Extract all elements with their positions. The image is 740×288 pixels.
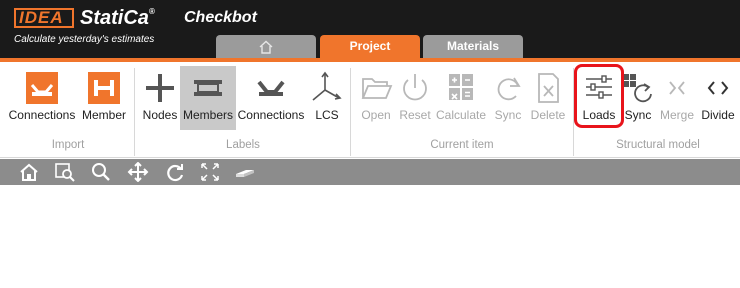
- sync-grid-icon: [623, 74, 652, 103]
- calculator-icon: [449, 74, 473, 100]
- group-label-labels: Labels: [226, 139, 260, 151]
- button-label: Connections: [237, 108, 305, 122]
- home-icon: [259, 40, 273, 54]
- button-label: Sync: [494, 108, 522, 122]
- members-icon: [194, 80, 222, 96]
- divide-icon: [707, 81, 729, 95]
- group-divider: [350, 68, 351, 156]
- loads-highlight-frame: [574, 64, 624, 128]
- labels-nodes-button[interactable]: Nodes: [140, 66, 180, 130]
- folder-open-icon: [361, 78, 393, 99]
- app-title: Checkbot: [184, 9, 257, 26]
- import-connections-button[interactable]: Connections: [6, 66, 78, 130]
- button-label: Members: [182, 108, 233, 122]
- labels-lcs-button[interactable]: LCS: [308, 66, 346, 130]
- tab-project[interactable]: Project: [320, 35, 420, 58]
- button-label: Member: [81, 108, 126, 122]
- sync-model-button[interactable]: Sync: [620, 66, 656, 130]
- merge-button[interactable]: Merge: [656, 66, 698, 130]
- button-label: Merge: [659, 108, 694, 122]
- delete-document-icon: [538, 73, 559, 103]
- model-canvas[interactable]: [0, 185, 740, 288]
- logo-mark: IDEA: [14, 8, 74, 28]
- group-divider: [134, 68, 135, 156]
- logo-text: StatiCa®: [80, 7, 155, 29]
- group-label-current-item: Current item: [430, 139, 494, 151]
- tagline: Calculate yesterday's estimates: [14, 34, 155, 45]
- ribbon: Connections Member Import Nodes Members …: [0, 62, 740, 158]
- lcs-axes-icon: [312, 71, 342, 101]
- reset-button[interactable]: Reset: [396, 66, 434, 130]
- zoom-icon[interactable]: [90, 162, 112, 182]
- open-button[interactable]: Open: [356, 66, 396, 130]
- button-label: Nodes: [142, 108, 178, 122]
- tab-materials[interactable]: Materials: [423, 35, 523, 58]
- delete-button[interactable]: Delete: [528, 66, 568, 130]
- button-label: LCS: [315, 108, 339, 122]
- nodes-icon: [146, 74, 174, 102]
- rotate-icon[interactable]: [164, 162, 186, 182]
- button-label: Reset: [399, 108, 431, 122]
- view-toolbar: [0, 159, 740, 185]
- tab-home[interactable]: [216, 35, 316, 58]
- labels-members-button[interactable]: Members: [180, 66, 236, 130]
- fit-icon[interactable]: [199, 162, 221, 182]
- connections-icon: [257, 80, 285, 96]
- button-label: Calculate: [435, 108, 487, 122]
- home-view-icon[interactable]: [18, 162, 40, 182]
- sync-item-button[interactable]: Sync: [490, 66, 526, 130]
- calculate-button[interactable]: Calculate: [434, 66, 488, 130]
- merge-icon: [669, 81, 685, 95]
- import-member-icon: [88, 72, 120, 104]
- button-label: Sync: [624, 108, 652, 122]
- solid-view-icon[interactable]: [234, 162, 256, 182]
- power-icon: [403, 74, 427, 101]
- group-label-import: Import: [51, 139, 85, 151]
- button-label: Connections: [8, 108, 76, 122]
- app-header: IDEA StatiCa® Checkbot Calculate yesterd…: [0, 0, 740, 62]
- button-label: Divide: [701, 108, 735, 122]
- divide-button[interactable]: Divide: [698, 66, 738, 130]
- button-label: Open: [361, 108, 391, 122]
- import-member-button[interactable]: Member: [78, 66, 130, 130]
- button-label: Delete: [530, 108, 566, 122]
- group-label-structural-model: Structural model: [616, 139, 700, 151]
- import-connection-icon: [26, 72, 58, 104]
- labels-connections-button[interactable]: Connections: [236, 66, 306, 130]
- pan-icon[interactable]: [127, 162, 149, 182]
- sync-icon: [497, 77, 521, 101]
- zoom-window-icon[interactable]: [54, 162, 76, 182]
